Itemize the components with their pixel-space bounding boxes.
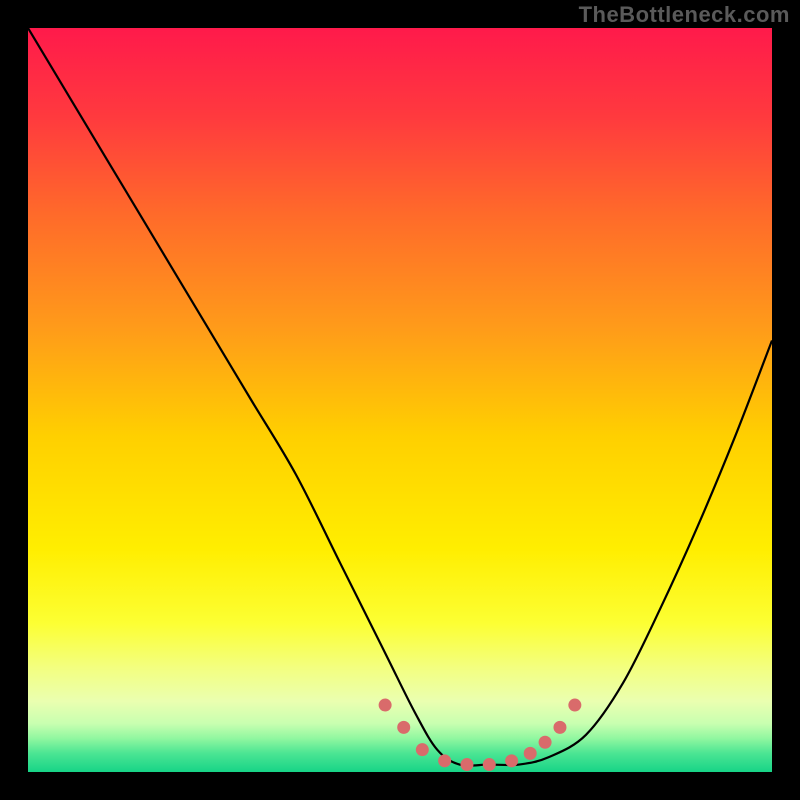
highlight-bead xyxy=(524,747,537,760)
bottleneck-curve xyxy=(28,28,772,772)
highlight-bead xyxy=(483,758,496,771)
highlight-bead xyxy=(568,699,581,712)
highlight-bead xyxy=(416,743,429,756)
plot-area xyxy=(28,28,772,772)
highlight-bead xyxy=(397,721,410,734)
highlight-bead xyxy=(553,721,566,734)
highlight-bead xyxy=(505,754,518,767)
highlight-bead xyxy=(460,758,473,771)
highlight-bead xyxy=(539,736,552,749)
highlight-bead xyxy=(438,754,451,767)
chart-container: TheBottleneck.com xyxy=(0,0,800,800)
highlight-bead xyxy=(379,699,392,712)
watermark-text: TheBottleneck.com xyxy=(579,2,790,28)
